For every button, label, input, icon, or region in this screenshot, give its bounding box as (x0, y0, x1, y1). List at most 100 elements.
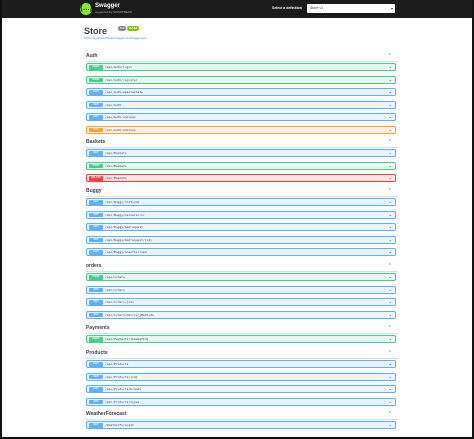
chevron-down-icon[interactable]: ⌄ (389, 64, 392, 71)
operation-row[interactable]: GET/api/Buggy/unauthorized ⌄ (86, 248, 396, 256)
operation-row[interactable]: GET/WeatherForecast ⌄ (86, 421, 396, 429)
operation-row[interactable]: GET/api/orders ⌄ (86, 285, 396, 294)
chevron-down-icon[interactable]: ⌄ (389, 274, 392, 281)
operation-row[interactable]: POST/api/Auth/register ⌄ (86, 75, 396, 84)
operation-path: /api/Buggy/servererror (105, 212, 145, 217)
chevron-down-icon[interactable]: ⌄ (389, 374, 392, 381)
operation-path: /api/Products/types (105, 399, 140, 404)
operation-row[interactable]: POST/api/Payments/{basketId} ⌄ (86, 335, 396, 343)
section-orders[interactable]: orders ⌃ (86, 262, 398, 272)
operation-row[interactable]: GET/api/Products/{id} ⌄ (86, 372, 396, 381)
section-payments[interactable]: Payments ⌃ (86, 324, 398, 334)
operation-row[interactable]: GET/api/Buggy/notfound ⌄ (86, 198, 396, 206)
chevron-up-icon[interactable]: ⌃ (388, 262, 392, 270)
chevron-down-icon[interactable]: ⌄ (389, 150, 392, 157)
method-badge: GET (89, 399, 103, 404)
chevron-up-icon[interactable]: ⌃ (388, 349, 392, 357)
operation-row[interactable]: GET/api/Buggy/badrequest/{id} ⌄ (86, 235, 396, 244)
definition-select[interactable]: Store v1 ▾ (307, 4, 395, 13)
method-badge: GET (89, 102, 103, 107)
operation-row[interactable]: GET/api/Products/brands ⌄ (86, 385, 396, 393)
chevron-down-icon[interactable]: ⌄ (389, 249, 392, 256)
method-badge: POST (89, 65, 103, 70)
chevron-down-icon[interactable]: ⌄ (389, 299, 392, 306)
chevron-down-icon[interactable]: ⌄ (389, 224, 392, 231)
operation-row[interactable]: PUT/api/Auth/address ⌄ (86, 125, 396, 134)
operation-path: /api/Auth (105, 102, 122, 107)
operation-row[interactable]: POST/api/Baskets ⌄ (86, 161, 396, 170)
swagger-page: {…} Swagger supported by SMARTBEAR Selec… (2, 0, 472, 437)
chevron-down-icon[interactable]: ⌄ (389, 114, 392, 121)
chevron-up-icon[interactable]: ⌃ (388, 324, 392, 332)
chevron-up-icon[interactable]: ⌃ (388, 410, 392, 418)
section-auth[interactable]: Auth ⌃ (86, 52, 398, 62)
operation-row[interactable]: GET/api/Products/types ⌄ (86, 397, 396, 406)
chevron-down-icon: ▾ (390, 6, 393, 11)
chevron-down-icon[interactable]: ⌄ (389, 89, 392, 96)
operation-row[interactable]: POST/api/orders ⌄ (86, 273, 396, 281)
chevron-down-icon[interactable]: ⌄ (389, 287, 392, 294)
section-title: Auth (86, 53, 98, 59)
chevron-down-icon[interactable]: ⌄ (389, 237, 392, 244)
method-badge: POST (89, 77, 103, 82)
operation-row[interactable]: GET/api/orders/{id} ⌄ (86, 298, 396, 306)
chevron-up-icon[interactable]: ⌃ (388, 138, 392, 146)
operation-row[interactable]: POST/api/Auth/login ⌄ (86, 63, 396, 71)
operation-row[interactable]: GET/api/orders/deliveryMethods ⌄ (86, 310, 396, 319)
definition-label: Select a definition (272, 6, 302, 10)
operation-row[interactable]: GET/api/Buggy/badrequest ⌄ (86, 223, 396, 231)
operation-path: /api/Auth/address (105, 127, 136, 132)
chevron-down-icon[interactable]: ⌄ (389, 336, 392, 343)
operation-path: /api/Auth/login (105, 65, 133, 69)
page-title: Store (84, 26, 108, 36)
section-baskets[interactable]: Baskets ⌃ (86, 138, 398, 148)
operation-path: /api/Baskets (105, 163, 127, 168)
method-badge: GET (89, 200, 103, 205)
operation-row[interactable]: GET/api/Auth/address ⌄ (86, 113, 396, 121)
section-weatherforecast[interactable]: WeatherForecast ⌃ (86, 410, 398, 420)
operation-row[interactable]: GET/api/Buggy/servererror ⌄ (86, 210, 396, 219)
operation-path: /api/orders (105, 287, 125, 292)
chevron-down-icon[interactable]: ⌄ (389, 212, 392, 219)
logo-subtext: supported by SMARTBEAR (95, 10, 132, 14)
section-buggy[interactable]: Buggy ⌃ (86, 187, 398, 197)
operation-path: /api/orders/{id} (105, 300, 134, 304)
chevron-down-icon[interactable]: ⌄ (389, 77, 392, 84)
chevron-down-icon[interactable]: ⌄ (389, 312, 392, 319)
chevron-up-icon[interactable]: ⌃ (388, 52, 392, 60)
swagger-logo-icon: {…} (80, 3, 92, 15)
api-info: Store 1.0 OAS3 https://localhost:5001/sw… (84, 24, 404, 44)
chevron-down-icon[interactable]: ⌄ (389, 199, 392, 206)
chevron-down-icon[interactable]: ⌄ (389, 127, 392, 134)
operation-row[interactable]: GET/api/Auth/emailexists ⌄ (86, 88, 396, 96)
chevron-down-icon[interactable]: ⌄ (389, 102, 392, 109)
chevron-down-icon[interactable]: ⌄ (389, 163, 392, 170)
version-badge: 1.0 (118, 26, 127, 31)
definition-value: Store v1 (310, 6, 324, 10)
chevron-down-icon[interactable]: ⌄ (389, 399, 392, 406)
operation-row[interactable]: GET/api/Products ⌄ (86, 360, 396, 368)
spec-link[interactable]: https://localhost:5001/swagger/v1/swagge… (84, 36, 147, 40)
method-badge: GET (89, 225, 103, 230)
method-badge: GET (89, 250, 103, 255)
method-badge: GET (89, 374, 103, 379)
chevron-down-icon[interactable]: ⌄ (389, 361, 392, 368)
section-title: Baskets (86, 139, 106, 145)
operation-path: /api/Baskets (105, 176, 127, 180)
method-badge: POST (89, 275, 103, 280)
oas-badge: OAS3 (127, 26, 140, 31)
operation-row[interactable]: GET/api/Auth ⌄ (86, 100, 396, 109)
top-bar: {…} Swagger supported by SMARTBEAR Selec… (2, 0, 472, 18)
chevron-down-icon[interactable]: ⌄ (389, 175, 392, 182)
section-title: Buggy (86, 188, 102, 194)
method-badge: GET (89, 423, 103, 428)
operation-row[interactable]: DELETE/api/Baskets ⌄ (86, 174, 396, 182)
chevron-down-icon[interactable]: ⌄ (389, 386, 392, 393)
method-badge: PUT (89, 127, 103, 132)
method-badge: GET (89, 362, 103, 367)
chevron-up-icon[interactable]: ⌃ (388, 187, 392, 195)
swagger-logo[interactable]: {…} Swagger supported by SMARTBEAR (80, 3, 140, 15)
section-products[interactable]: Products ⌃ (86, 349, 398, 359)
chevron-down-icon[interactable]: ⌄ (389, 422, 392, 429)
operation-row[interactable]: GET/api/Baskets ⌄ (86, 149, 396, 157)
